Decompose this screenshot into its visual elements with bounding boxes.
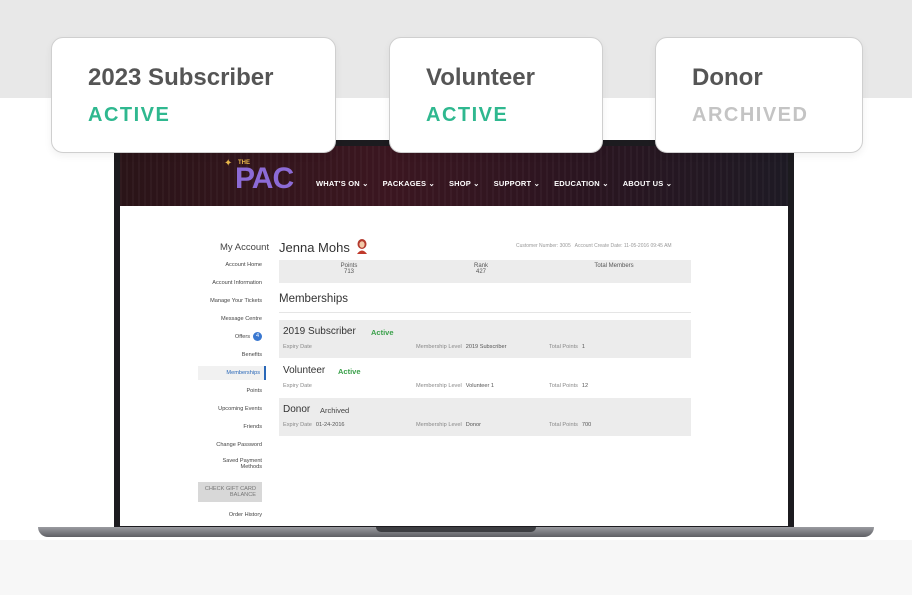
- total-members-label: Total Members: [594, 263, 634, 269]
- card-title: Donor: [692, 64, 763, 91]
- sidebar-item-change-password[interactable]: Change Password: [198, 442, 262, 448]
- membership-name: Donor: [283, 404, 311, 415]
- account-meta: Customer Number: 3005 Account Create Dat…: [516, 243, 672, 249]
- card-title: 2023 Subscriber: [88, 64, 274, 91]
- laptop-screen: ✦ THE PAC WHAT'S ON ⌄ PACKAGES ⌄ SHOP ⌄ …: [114, 140, 794, 528]
- membership-row[interactable]: Volunteer Active Expiry Date Membership …: [279, 359, 691, 397]
- membership-card-donor: Donor ARCHIVED: [655, 37, 863, 153]
- membership-level: Membership Level Volunteer 1: [416, 383, 495, 389]
- card-status: ARCHIVED: [692, 104, 809, 126]
- sidebar-item-account-home[interactable]: Account Home: [198, 262, 262, 268]
- nav-whats-on[interactable]: WHAT'S ON ⌄: [316, 179, 369, 188]
- sidebar-title: My Account: [220, 242, 270, 253]
- laptop-notch: [376, 527, 536, 532]
- sidebar-item-friends[interactable]: Friends: [198, 424, 262, 430]
- total-points: Total Points 1: [549, 344, 586, 350]
- total-points: Total Points 700: [549, 422, 592, 428]
- membership-card-volunteer: Volunteer ACTIVE: [389, 37, 603, 153]
- total-members-stat: Total Members: [589, 263, 639, 269]
- expiry-date-label: Expiry Date: [283, 383, 312, 389]
- site-header: ✦ THE PAC WHAT'S ON ⌄ PACKAGES ⌄ SHOP ⌄ …: [120, 146, 788, 206]
- membership-status: Archived: [320, 406, 350, 415]
- expiry-date-label: Expiry Date: [283, 344, 312, 350]
- nav-shop[interactable]: SHOP ⌄: [449, 179, 480, 188]
- rank-stat: Rank 427: [469, 263, 493, 275]
- points-value: 713: [343, 269, 354, 275]
- membership-row[interactable]: 2019 Subscriber Active Expiry Date Membe…: [279, 320, 691, 358]
- membership-status: Active: [338, 367, 361, 376]
- sidebar-item-manage-tickets[interactable]: Manage Your Tickets: [198, 298, 262, 304]
- sidebar-item-memberships[interactable]: Memberships: [198, 366, 266, 380]
- membership-name: Volunteer: [283, 365, 326, 376]
- website-viewport: ✦ THE PAC WHAT'S ON ⌄ PACKAGES ⌄ SHOP ⌄ …: [120, 146, 788, 526]
- sidebar-item-benefits[interactable]: Benefits: [198, 352, 262, 358]
- site-logo[interactable]: PAC: [235, 162, 294, 196]
- memberships-heading: Memberships: [279, 293, 349, 305]
- card-status: ACTIVE: [88, 104, 171, 126]
- rank-value: 427: [475, 269, 486, 275]
- account-holder-name: Jenna Mohs: [279, 240, 350, 255]
- card-title: Volunteer: [426, 64, 535, 91]
- sidebar-item-saved-payment-methods[interactable]: Saved Payment Methods: [206, 458, 263, 470]
- sidebar-item-message-centre[interactable]: Message Centre: [198, 316, 262, 322]
- total-points: Total Points 12: [549, 383, 589, 389]
- account-stats: Points 713 Rank 427 Total Members: [279, 260, 691, 283]
- avatar: [357, 239, 367, 254]
- membership-card-subscriber: 2023 Subscriber ACTIVE: [51, 37, 336, 153]
- membership-level: Membership Level Donor: [416, 422, 481, 428]
- membership-level: Membership Level 2019 Subscriber: [416, 344, 507, 350]
- nav-education[interactable]: EDUCATION ⌄: [554, 179, 609, 188]
- main-nav: WHAT'S ON ⌄ PACKAGES ⌄ SHOP ⌄ SUPPORT ⌄ …: [316, 179, 672, 188]
- membership-row[interactable]: Donor Archived Expiry Date 01-24-2016 Mem…: [279, 398, 691, 436]
- sidebar-item-offers[interactable]: Offers 4: [198, 332, 262, 341]
- check-gift-card-balance-button[interactable]: CHECK GIFT CARD BALANCE: [198, 482, 262, 502]
- customer-number: Customer Number: 3005: [516, 243, 571, 249]
- sidebar-item-points[interactable]: Points: [198, 388, 262, 394]
- membership-name: 2019 Subscriber: [283, 326, 356, 337]
- divider: [279, 312, 691, 313]
- nav-packages[interactable]: PACKAGES ⌄: [383, 179, 435, 188]
- points-stat: Points 713: [337, 263, 361, 275]
- bottom-background: [0, 540, 912, 595]
- expiry-date-label: Expiry Date 01-24-2016: [283, 422, 345, 428]
- card-status: ACTIVE: [426, 104, 509, 126]
- sidebar-item-upcoming-events[interactable]: Upcoming Events: [198, 406, 262, 412]
- nav-about-us[interactable]: ABOUT US ⌄: [623, 179, 673, 188]
- offers-count-badge: 4: [253, 332, 262, 341]
- sidebar-item-label: Offers: [234, 333, 250, 340]
- membership-status: Active: [371, 328, 394, 337]
- logo-burst-icon: ✦: [224, 158, 233, 169]
- sidebar-item-account-information[interactable]: Account Information: [198, 280, 262, 286]
- account-create-date: Account Create Date: 11-05-2016 09:45 AM: [574, 243, 672, 249]
- nav-support[interactable]: SUPPORT ⌄: [494, 179, 540, 188]
- sidebar-item-order-history[interactable]: Order History: [198, 512, 262, 518]
